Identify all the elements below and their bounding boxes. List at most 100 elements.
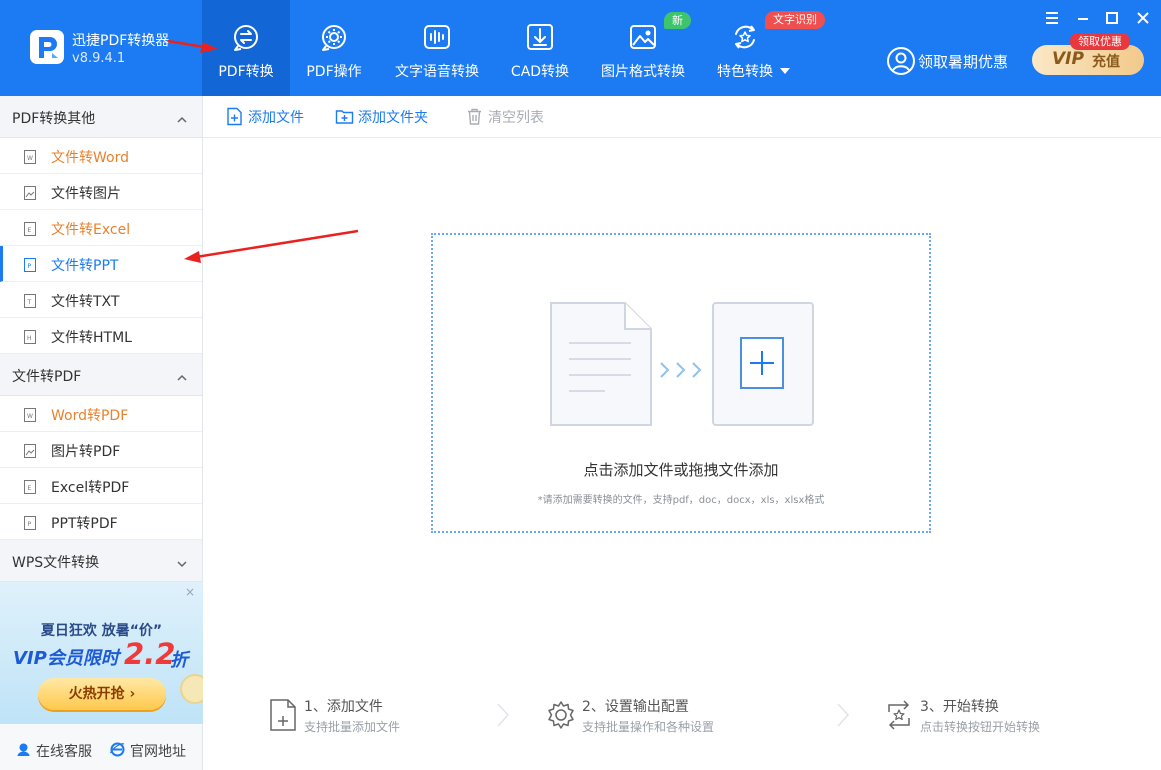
tab-cad[interactable]: CAD转换 <box>500 0 580 96</box>
pdf-logo-icon <box>39 37 58 58</box>
maximize-icon[interactable] <box>1102 8 1122 28</box>
ie-browser-icon <box>109 742 125 757</box>
svg-text:W: W <box>27 413 33 420</box>
sidebar-item-label: Word转PDF <box>51 408 129 424</box>
word-file-icon: W <box>24 149 36 164</box>
pdf-convert-icon <box>231 22 261 52</box>
sidebar-item-image-to-pdf[interactable]: 图片转PDF <box>0 432 202 468</box>
website-link[interactable]: 官网地址 <box>109 739 200 761</box>
image-file-icon <box>24 185 36 200</box>
sidebar-item-ppt-to-pdf[interactable]: P PPT转PDF <box>0 504 202 540</box>
clear-list-button[interactable]: 清空列表 <box>465 106 549 128</box>
step-add-file: 1、添加文件 支持批量添加文件 <box>268 696 448 740</box>
banner-close-icon[interactable]: × <box>185 585 195 599</box>
step-subtitle: 支持批量操作和各种设置 <box>582 720 715 734</box>
user-icon[interactable] <box>886 46 916 76</box>
ppt-file-icon: P <box>24 257 36 272</box>
svg-text:H: H <box>27 335 32 342</box>
trash-icon <box>465 107 484 126</box>
drop-zone-hint: *请添加需要转换的文件，支持pdf，doc，docx，xls，xlsx格式 <box>537 495 825 506</box>
group-title: PDF转换其他 <box>12 111 96 127</box>
group-file-to-pdf[interactable]: 文件转PDF <box>0 354 202 396</box>
vip-label: VIP <box>1052 49 1084 69</box>
settings-gear-icon <box>546 698 576 732</box>
tab-pdf-convert[interactable]: PDF转换 <box>202 0 290 96</box>
ocr-badge: 文字识别 <box>765 11 825 29</box>
file-drop-zone[interactable]: 点击添加文件或拖拽文件添加 *请添加需要转换的文件，支持pdf，doc，docx… <box>431 233 931 533</box>
sidebar-item-file-to-ppt[interactable]: P 文件转PPT <box>0 246 202 282</box>
website-label: 官网地址 <box>130 744 186 760</box>
sidebar-item-label: 文件转PPT <box>51 258 119 274</box>
sidebar-item-file-to-image[interactable]: 文件转图片 <box>0 174 202 210</box>
step-title: 1、添加文件 <box>304 699 383 715</box>
svg-text:E: E <box>28 485 32 492</box>
tab-pdf-operate[interactable]: PDF操作 <box>290 0 378 96</box>
add-folder-icon <box>335 107 354 126</box>
document-icon <box>550 302 652 426</box>
svg-text:E: E <box>28 227 32 234</box>
txt-file-icon: T <box>24 293 36 308</box>
group-pdf-convert-other[interactable]: PDF转换其他 <box>0 96 202 138</box>
sidebar-item-label: 文件转HTML <box>51 330 132 346</box>
new-badge: 新 <box>664 12 691 29</box>
step-subtitle: 支持批量添加文件 <box>304 720 401 734</box>
svg-text:T: T <box>27 299 32 306</box>
add-folder-button[interactable]: 添加文件夹 <box>335 106 435 128</box>
html-file-icon: H <box>24 329 36 344</box>
chevron-down-icon[interactable] <box>780 68 790 74</box>
online-service-label: 在线客服 <box>36 744 92 760</box>
step-title: 2、设置输出配置 <box>582 699 689 715</box>
summer-offer-link[interactable]: 领取暑期优惠 <box>918 51 1008 72</box>
add-file-icon <box>268 698 298 732</box>
ppt-file-icon: P <box>24 515 36 530</box>
drop-zone-title: 点击添加文件或拖拽文件添加 <box>583 461 779 479</box>
sidebar-item-label: PPT转PDF <box>51 516 118 532</box>
group-title: WPS文件转换 <box>12 555 100 571</box>
banner-discount-number: 2.2 <box>124 637 176 671</box>
sidebar-item-file-to-html[interactable]: H 文件转HTML <box>0 318 202 354</box>
app-window: 迅捷PDF转换器 v8.9.4.1 PDF转换 PDF操作 文字语音转换 CAD… <box>0 0 1161 770</box>
tab-label: PDF操作 <box>306 64 362 80</box>
recharge-label: 充值 <box>1092 54 1120 70</box>
group-wps-convert[interactable]: WPS文件转换 <box>0 540 202 582</box>
chevron-right-icon <box>836 702 850 728</box>
menu-icon[interactable] <box>1042 8 1062 28</box>
app-logo <box>30 30 64 64</box>
chevron-down-icon <box>176 555 188 568</box>
image-icon <box>628 22 658 52</box>
coin-decoration <box>180 674 203 704</box>
banner-discount-suffix: 折 <box>170 650 188 671</box>
chevron-right-icon <box>496 702 510 728</box>
svg-text:P: P <box>28 521 32 528</box>
banner-grab-button[interactable]: 火热开抢 › <box>38 678 166 710</box>
minimize-icon[interactable] <box>1073 8 1093 28</box>
tab-text-audio[interactable]: 文字语音转换 <box>386 0 488 96</box>
add-file-plus-icon[interactable] <box>711 301 815 427</box>
svg-text:W: W <box>27 155 33 162</box>
close-icon[interactable] <box>1133 8 1153 28</box>
sidebar-item-file-to-excel[interactable]: E 文件转Excel <box>0 210 202 246</box>
star-cycle-icon <box>730 22 760 52</box>
sidebar-item-word-to-pdf[interactable]: W Word转PDF <box>0 396 202 432</box>
pdf-operate-icon <box>319 22 349 52</box>
sidebar-item-file-to-txt[interactable]: T 文件转TXT <box>0 282 202 318</box>
convert-arrows-icon <box>660 362 702 378</box>
online-service-link[interactable]: 在线客服 <box>16 739 106 761</box>
sidebar-item-excel-to-pdf[interactable]: E Excel转PDF <box>0 468 202 504</box>
sidebar-item-file-to-word[interactable]: W 文件转Word <box>0 138 202 174</box>
excel-file-icon: E <box>24 221 36 236</box>
step-output-settings: 2、设置输出配置 支持批量操作和各种设置 <box>546 696 746 740</box>
tab-label: 图片格式转换 <box>601 64 685 80</box>
promo-banner[interactable]: × 夏日狂欢 放暑“价” VIP会员限时 2.2 折 火热开抢 › <box>0 582 203 724</box>
step-start-convert: 3、开始转换 点击转换按钮开始转换 <box>884 696 1084 740</box>
discount-tag: 领取优惠 <box>1070 33 1130 50</box>
tab-label: 文字语音转换 <box>395 64 479 80</box>
image-file-icon <box>24 443 36 458</box>
app-name: 迅捷PDF转换器 <box>72 33 170 49</box>
add-file-label: 添加文件 <box>248 110 304 126</box>
sidebar-item-label: 文件转TXT <box>51 294 120 310</box>
chevron-up-icon <box>176 369 188 381</box>
app-version: v8.9.4.1 <box>72 51 126 66</box>
add-file-button[interactable]: 添加文件 <box>225 106 309 128</box>
headset-icon <box>16 742 31 757</box>
